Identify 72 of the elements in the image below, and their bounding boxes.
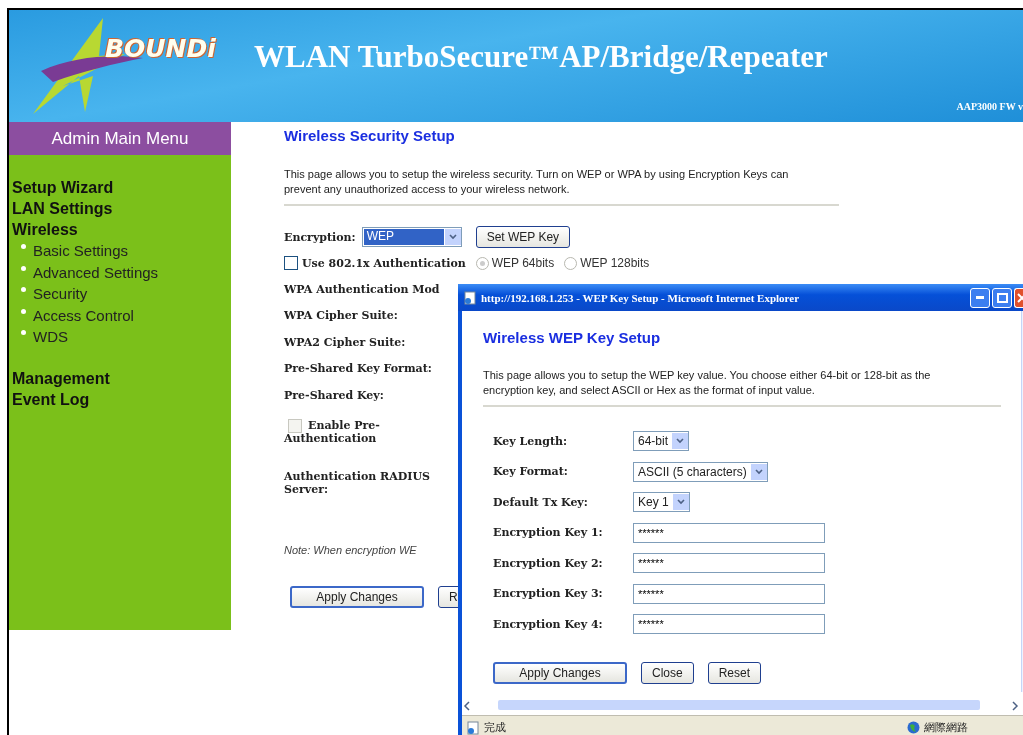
radio-label: WEP 64bits [491,256,555,270]
key-field[interactable]: ****** [633,614,825,635]
dropdown[interactable]: ASCII (5 characters) [633,461,768,482]
page-title: WLAN TurboSecure™AP/Bridge/Repeater [254,39,828,75]
button[interactable]: Apply Changes [290,585,424,608]
page-icon [466,720,480,735]
button[interactable]: Reset [707,661,762,684]
dropdown[interactable]: 64-bit [633,431,690,452]
submenu-item[interactable]: Advanced Settings [33,261,159,283]
submenu-item[interactable]: Basic Settings [33,240,129,262]
window-title: http://192.168.1.253 - WEP Key Setup - Microsoft Internet Explorer [481,291,800,304]
horizontal-scrollbar[interactable] [462,699,1020,711]
bullet-icon [21,308,26,314]
field-label: Pre-Shared Key: [284,388,384,402]
menu-item[interactable]: Wireless [12,219,231,240]
close-icon [1016,292,1023,303]
button[interactable]: Apply Changes [493,661,627,684]
field-label: WPA Cipher Suite: [284,309,398,323]
scroll-left-icon[interactable] [462,700,472,710]
status-text: 完成 [484,720,506,735]
submenu-item[interactable]: Security [33,283,88,305]
minimize-button[interactable] [970,287,990,308]
field-label: Authentication RADIUS Server: [284,469,431,496]
radio-button[interactable] [475,256,489,270]
menu-item[interactable]: LAN Settings [12,198,231,219]
globe-icon [907,721,920,734]
page-icon [463,290,477,305]
submenu-item[interactable]: Access Control [33,304,134,326]
dropdown[interactable]: Key 1 [633,492,690,513]
bullet-icon [21,330,26,336]
logo-text: BOUNDi [105,34,216,63]
field-label: Key Format: [493,465,569,479]
bullet-icon [21,287,26,293]
menu-title: Admin Main Menu [9,122,231,155]
section-title: Wireless Security Setup [284,127,456,144]
maximize-icon [996,292,1008,303]
field-label: Key Length: [493,434,569,448]
field-label: Pre-Shared Key Format: [284,362,432,376]
key-field[interactable]: ****** [633,553,825,574]
checkbox[interactable] [284,256,298,270]
button[interactable]: Close [641,661,694,684]
radio-button[interactable] [564,256,578,270]
encryption-select[interactable]: WEP [361,227,462,247]
maximize-button[interactable] [992,287,1012,308]
checkbox-label: Enable Pre-Authentication [284,418,381,445]
radio-label: WEP 128bits [580,256,650,270]
menu-item[interactable]: Event Log [12,388,231,410]
field-label: Encryption Key 1: [493,526,604,540]
model-label: AAP3000 FW v [956,101,1023,112]
bullet-icon [21,244,26,250]
field-label: Default Tx Key: [493,495,589,509]
minimize-icon [976,296,984,299]
scroll-right-icon[interactable] [1010,700,1020,710]
field-label: WPA2 Cipher Suite: [284,335,406,349]
set-wep-key-button[interactable]: Set WEP Key [475,226,571,248]
checkbox-label: Use 802.1x Authentication [302,256,466,270]
section-title: Wireless WEP Key Setup [483,329,662,346]
submenu-item[interactable]: WDS [33,326,68,348]
menu-item[interactable]: Management [12,367,231,389]
description-text: This page allows you to setup the wireless security. Turn on WEP or WPA by using Encryption Keys can prevent any unauthorized access to your wireless network. [284,167,789,197]
field-label: Encryption Key 3: [493,587,604,601]
key-field[interactable]: ****** [633,583,825,604]
zone-text: 網際網路 [924,720,968,735]
menu-item[interactable]: Setup Wizard [12,177,231,198]
field-label: Encryption: [284,230,356,244]
field-label: Encryption Key 4: [493,617,604,631]
bullet-icon [21,265,26,271]
description-text: This page allows you to setup the WEP key value. You choose either 64-bit or 128-bit as the encryption key, and select ASCII or Hex as the format of input value. [483,368,932,398]
field-label: WPA Authentication Mod [284,282,440,296]
note-text: Note: When encryption WE [284,543,417,556]
key-field[interactable]: ****** [633,522,825,543]
field-label: Encryption Key 2: [493,556,604,570]
